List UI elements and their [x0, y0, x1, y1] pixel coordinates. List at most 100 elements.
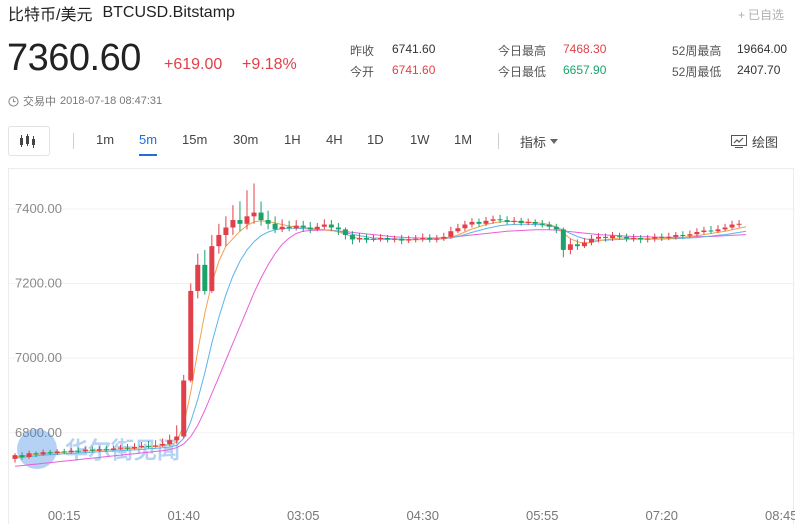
candle-body [47, 452, 53, 454]
timeframe-5m[interactable]: 5m [139, 132, 158, 156]
candle [539, 220, 545, 228]
candle [504, 216, 510, 225]
candle [476, 218, 482, 227]
timeframe-1d[interactable]: 1D [367, 132, 384, 147]
candle-body [258, 212, 264, 221]
timeframe-1h[interactable]: 1H [284, 132, 301, 147]
candle [349, 231, 355, 245]
candle [188, 283, 194, 383]
candle-body [659, 236, 665, 238]
open-label: 今开 [350, 65, 375, 79]
candle [553, 223, 559, 234]
chart-type-button[interactable] [8, 126, 50, 156]
timeframe-1m[interactable]: 1m [96, 132, 114, 147]
candle-body [736, 223, 742, 225]
candle [223, 216, 229, 247]
timeframe-15m[interactable]: 15m [182, 132, 207, 147]
candle-body [314, 226, 320, 230]
candle-body [567, 244, 573, 250]
candle [342, 227, 348, 240]
candle [258, 201, 264, 226]
candle [321, 219, 327, 230]
candle-body [581, 242, 587, 247]
candle [279, 219, 285, 232]
candle [645, 234, 651, 243]
candle [265, 210, 271, 230]
instrument-title: 比特币/美元 BTCUSD.Bitstamp [8, 3, 235, 24]
candle [560, 227, 566, 258]
candle-body [286, 226, 292, 229]
candle [588, 234, 594, 246]
timeframe-4h[interactable]: 4H [326, 132, 343, 147]
candle-body [139, 445, 145, 447]
indicators-label: 指标 [520, 135, 547, 150]
candle [300, 220, 306, 232]
chart-toolbar: 1m 5m 15m 30m 1H 4H 1D 1W 1M 指标 绘图 [0, 123, 802, 159]
timeframe-30m[interactable]: 30m [233, 132, 258, 147]
x-tick-label: 01:40 [167, 508, 200, 523]
candle-body [680, 234, 686, 236]
y-tick-label: 7400.00 [15, 201, 62, 216]
candle-body [364, 237, 369, 240]
candle-body [638, 237, 644, 240]
timeframe-1mo[interactable]: 1M [454, 132, 472, 147]
x-tick-label: 07:20 [645, 508, 678, 523]
candle-body [96, 449, 102, 451]
last-price: 7360.60 [7, 37, 141, 79]
candle-body [715, 229, 721, 232]
candle [736, 220, 742, 228]
prev-close-label: 昨收 [350, 44, 375, 58]
candle [335, 223, 341, 235]
candle-body [434, 238, 440, 240]
toolbar-divider [73, 133, 74, 149]
candle [364, 234, 369, 244]
candle-body [722, 227, 728, 230]
draw-button[interactable]: 绘图 [730, 132, 778, 151]
candle [455, 223, 461, 234]
candlestick-chart: 7400.007200.007000.006800.00 华尔街见闻 00:15… [9, 183, 798, 523]
candle-body [427, 237, 433, 240]
candle-body [103, 449, 109, 451]
candle-body [483, 220, 489, 224]
candle-body [645, 238, 651, 240]
candle-body [124, 447, 130, 449]
price-chart[interactable]: 7400.007200.007000.006800.00 华尔街见闻 00:15… [8, 168, 798, 524]
candle-body [441, 236, 447, 239]
candle-body [26, 453, 32, 458]
candle [209, 234, 215, 293]
favorite-button[interactable]: + 已自选 [738, 6, 784, 23]
candle [293, 220, 299, 231]
candle-body [574, 244, 580, 247]
candle-body [146, 445, 152, 447]
day-low-label: 今日最低 [498, 65, 547, 79]
candle-body [209, 246, 215, 291]
day-high-label: 今日最高 [498, 44, 547, 58]
candle [546, 221, 552, 230]
candle [406, 235, 412, 244]
candle-body [181, 380, 187, 437]
candle-body [12, 455, 18, 459]
drawing-icon [730, 135, 747, 148]
prev-close-value: 6741.60 [392, 42, 436, 56]
caret-down-icon [550, 139, 559, 144]
candle [202, 249, 208, 295]
candle-body [307, 227, 313, 230]
candle-body [385, 237, 391, 240]
candle-body [617, 235, 623, 237]
candle-body [110, 448, 116, 450]
candle [413, 234, 419, 243]
candle-body [399, 238, 405, 241]
week52-low-label: 52周最低 [672, 65, 722, 79]
candle-body [216, 234, 222, 247]
candle-body [476, 221, 482, 224]
candle [701, 226, 707, 235]
candle-body [504, 220, 510, 222]
candle-body [328, 224, 334, 228]
indicators-dropdown[interactable]: 指标 [520, 132, 559, 151]
candle-body [588, 238, 594, 243]
favorite-label: 已自选 [747, 8, 784, 22]
day-low-value: 6657.90 [563, 63, 607, 77]
timeframe-1w[interactable]: 1W [410, 132, 430, 147]
candle-body [75, 450, 81, 452]
candle-body [687, 234, 693, 236]
